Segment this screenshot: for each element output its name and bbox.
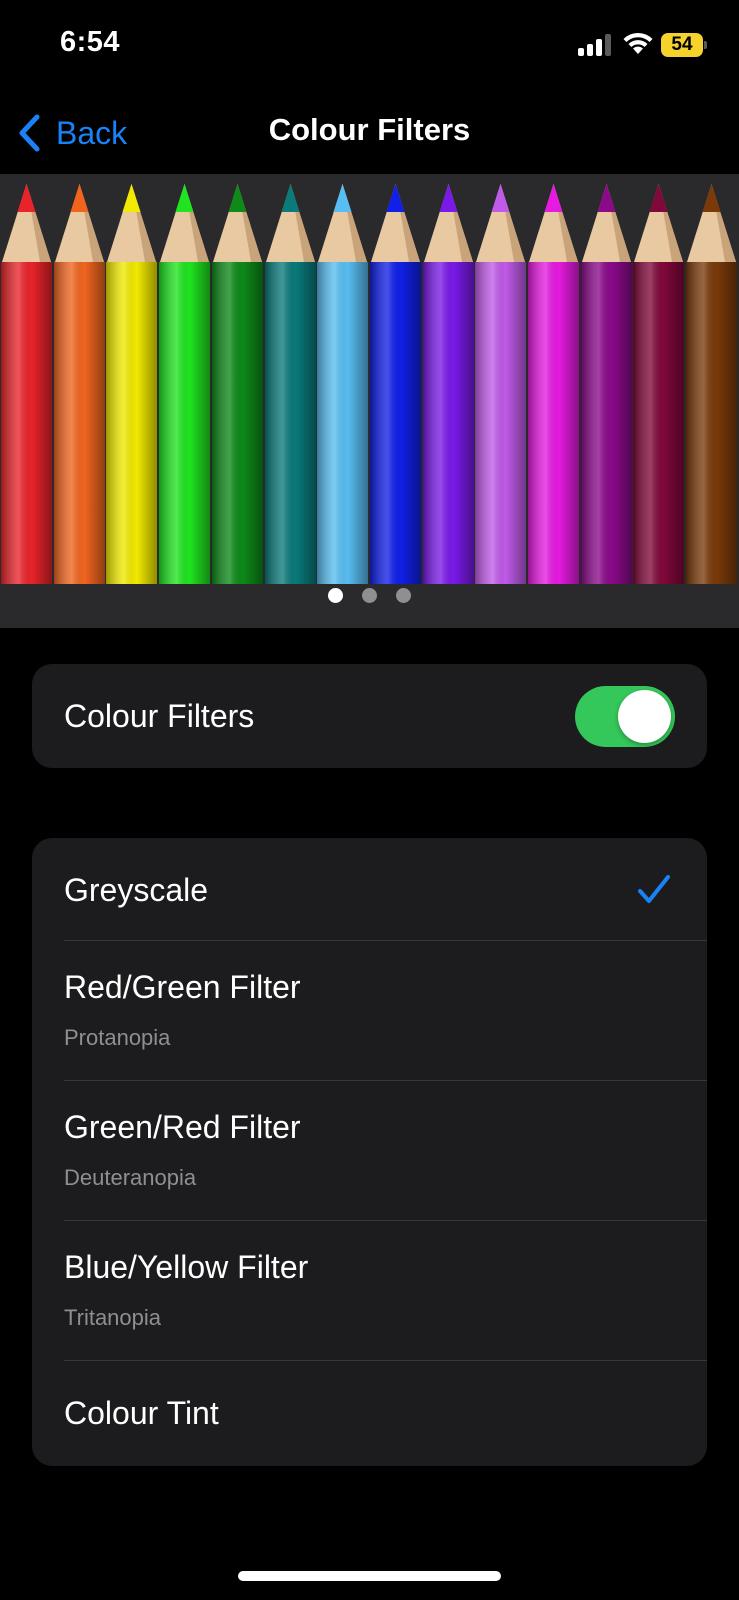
page-dot-2[interactable] — [362, 588, 377, 603]
colour-filters-switch[interactable] — [575, 686, 675, 747]
home-indicator[interactable] — [238, 1571, 501, 1581]
cellular-signal-icon — [578, 34, 614, 56]
status-bar: 6:54 54 — [0, 0, 739, 92]
battery-level: 54 — [671, 34, 693, 55]
battery-cap — [704, 41, 707, 49]
filter-option-colour-tint[interactable]: Colour Tint — [32, 1361, 707, 1466]
filter-option-label: Greyscale — [64, 872, 209, 908]
pencil-7 — [316, 184, 369, 584]
filter-options-list: Greyscale Red/Green Filter Protanopia Gr… — [32, 838, 707, 1466]
colour-filters-toggle-row: Colour Filters — [32, 664, 707, 768]
pencil-6 — [264, 184, 317, 584]
switch-knob — [618, 690, 671, 743]
filter-option-green-red[interactable]: Green/Red Filter Deuteranopia — [32, 1081, 707, 1221]
filter-option-subtitle: Tritanopia — [64, 1305, 162, 1330]
pencil-4 — [158, 184, 211, 584]
pencil-12 — [580, 184, 633, 584]
colour-filters-screen: 6:54 54 Back Colour Filters Colour Filte… — [0, 0, 739, 1600]
pencil-9 — [422, 184, 475, 584]
filter-preview-carousel[interactable] — [0, 174, 739, 628]
page-dot-3[interactable] — [396, 588, 411, 603]
pencil-8 — [369, 184, 422, 584]
filter-option-label: Green/Red Filter — [64, 1109, 301, 1145]
wifi-icon — [623, 32, 653, 54]
navigation-bar: Back Colour Filters — [0, 92, 739, 174]
checkmark-icon — [638, 875, 670, 903]
colour-filters-toggle-group: Colour Filters — [32, 664, 707, 768]
status-time: 6:54 — [60, 26, 121, 58]
colour-filters-label: Colour Filters — [64, 698, 255, 734]
pencil-14 — [685, 184, 738, 584]
filter-option-subtitle: Protanopia — [64, 1025, 171, 1050]
pencils-image — [0, 184, 739, 584]
filter-option-label: Blue/Yellow Filter — [64, 1249, 309, 1285]
pencil-1 — [0, 184, 53, 584]
pencil-11 — [527, 184, 580, 584]
pencil-3 — [105, 184, 158, 584]
filter-option-subtitle: Deuteranopia — [64, 1165, 197, 1190]
filter-option-label: Red/Green Filter — [64, 969, 301, 1005]
page-indicator — [0, 588, 739, 608]
pencil-2 — [53, 184, 106, 584]
filter-option-greyscale[interactable]: Greyscale — [32, 838, 707, 941]
filter-option-label: Colour Tint — [64, 1395, 219, 1431]
page-title: Colour Filters — [268, 112, 471, 147]
filter-option-blue-yellow[interactable]: Blue/Yellow Filter Tritanopia — [32, 1221, 707, 1361]
page-dot-1[interactable] — [328, 588, 343, 603]
pencil-13 — [632, 184, 685, 584]
pencil-5 — [211, 184, 264, 584]
filter-option-red-green[interactable]: Red/Green Filter Protanopia — [32, 941, 707, 1081]
pencil-10 — [474, 184, 527, 584]
battery-icon: 54 — [661, 33, 707, 57]
